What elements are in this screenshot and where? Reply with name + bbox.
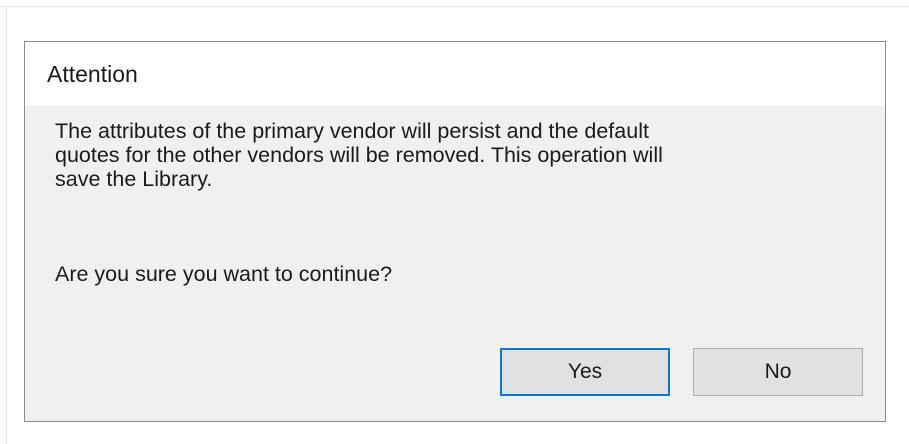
message-line: The attributes of the primary vendor wil…	[55, 119, 649, 143]
dialog-titlebar: Attention	[25, 42, 885, 106]
dialog-question: Are you sure you want to continue?	[55, 262, 393, 286]
screenshot-canvas: Attention The attributes of the primary …	[0, 0, 909, 444]
dialog-message: The attributes of the primary vendor wil…	[55, 119, 855, 191]
attention-dialog: Attention The attributes of the primary …	[24, 41, 886, 422]
dialog-title: Attention	[47, 61, 138, 87]
message-line: quotes for the other vendors will be rem…	[55, 143, 663, 167]
yes-button[interactable]: Yes	[500, 348, 670, 396]
frame-line-top	[0, 6, 909, 7]
message-line: save the Library.	[55, 167, 213, 191]
frame-line-left	[6, 6, 7, 444]
no-button[interactable]: No	[693, 348, 863, 396]
